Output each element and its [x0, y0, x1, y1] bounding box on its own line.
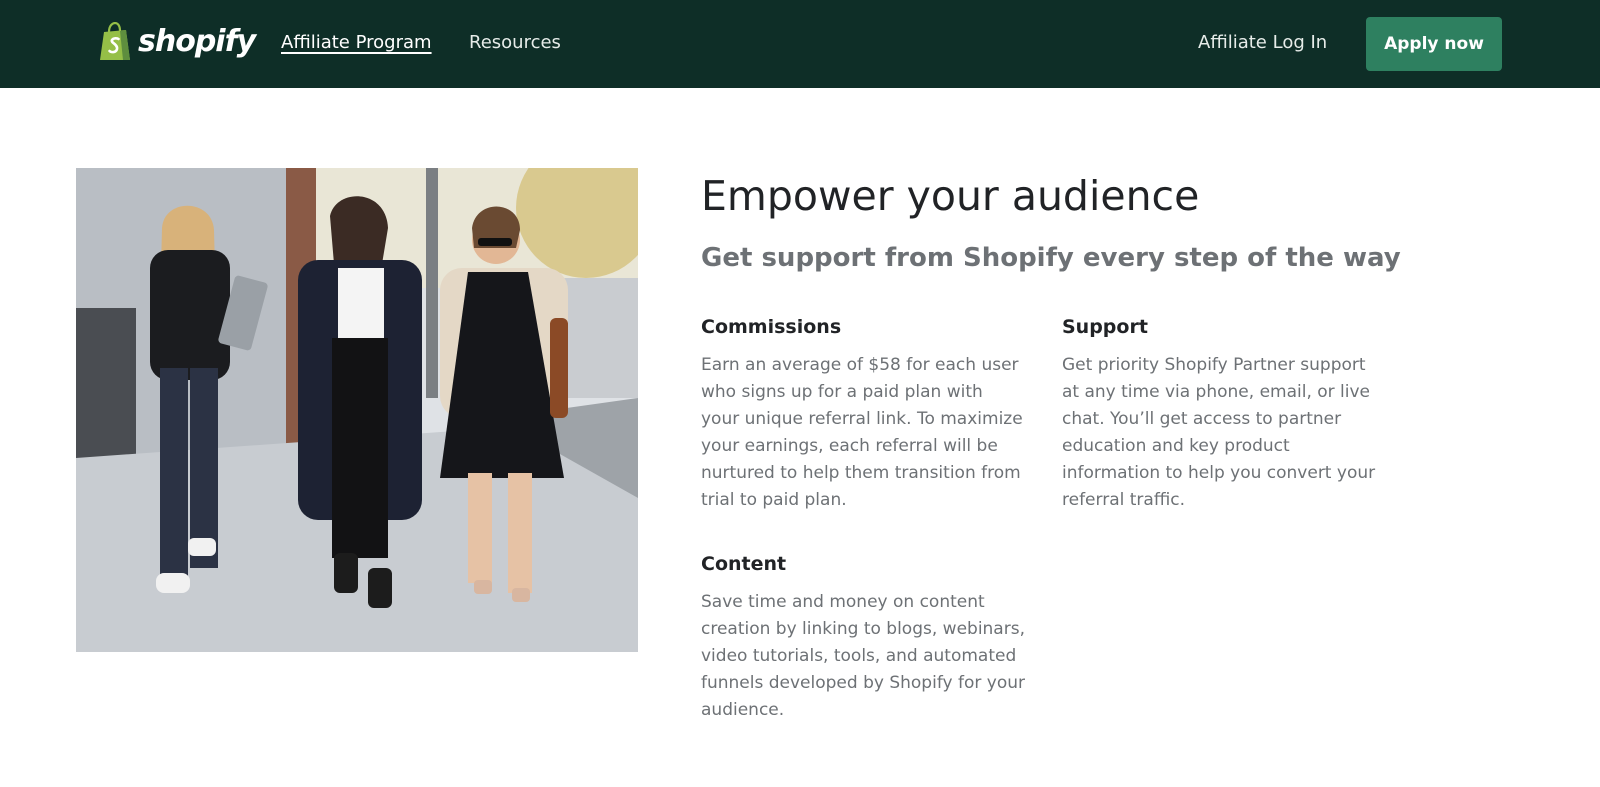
affiliate-login-link[interactable]: Affiliate Log In — [1198, 31, 1327, 55]
apply-now-button[interactable]: Apply now — [1366, 17, 1502, 71]
shopify-logo-link[interactable]: shopify — [98, 22, 256, 62]
feature-description: Earn an average of $58 for each user who… — [701, 355, 1023, 510]
page-subheadline: Get support from Shopify every step of t… — [701, 243, 1401, 273]
feature-description: Save time and money on content creation … — [701, 592, 1025, 720]
shopping-bag-logo-icon — [100, 22, 130, 60]
feature-title: Commissions — [701, 316, 842, 338]
feature-title: Support — [1062, 316, 1148, 338]
top-navigation-bar: shopify Affiliate Program Resources Affi… — [0, 0, 1600, 88]
feature-description: Get priority Shopify Partner support at … — [1062, 355, 1376, 510]
feature-support: Support Get priority Shopify Partner sup… — [1062, 314, 1387, 514]
three-women-walking-photo — [76, 168, 638, 652]
page-headline: Empower your audience — [701, 172, 1200, 220]
feature-title: Content — [701, 553, 787, 575]
feature-commissions: Commissions Earn an average of $58 for e… — [701, 314, 1026, 514]
nav-affiliate-program[interactable]: Affiliate Program — [281, 31, 432, 55]
nav-resources[interactable]: Resources — [469, 31, 561, 55]
feature-content: Content Save time and money on content c… — [701, 551, 1026, 724]
hero-photo — [76, 168, 638, 652]
brand-wordmark: shopify — [138, 24, 256, 59]
